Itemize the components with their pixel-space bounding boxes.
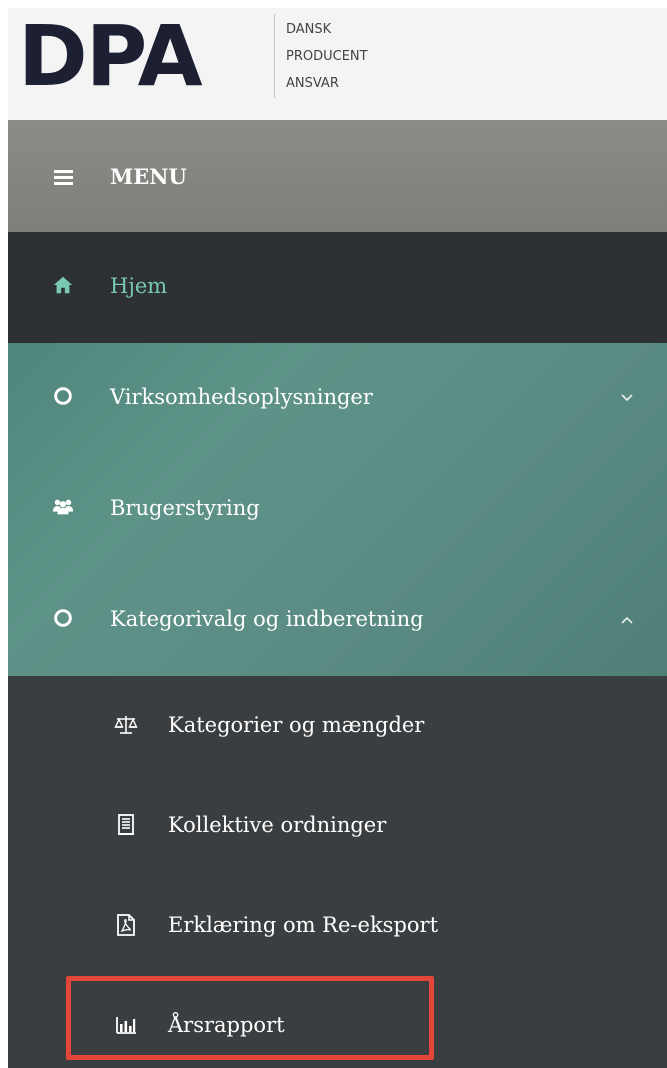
nav-item-label: Virksomhedsoplysninger: [110, 385, 373, 409]
circle-icon: [54, 387, 72, 405]
nav-item-virksomhedsoplysninger[interactable]: Virksomhedsoplysninger: [8, 343, 667, 454]
menu-toggle[interactable]: MENU: [8, 120, 667, 232]
logo-line-2: PRODUCENT: [286, 49, 368, 64]
chevron-down-icon: [621, 394, 633, 402]
users-icon: [52, 499, 74, 515]
circle-icon: [54, 609, 72, 627]
scale-icon: [114, 716, 138, 734]
highlight-annotation: [66, 976, 434, 1060]
nav-item-label: Hjem: [110, 274, 168, 298]
hamburger-icon: [54, 170, 73, 185]
sidebar-panel: DPA DANSK PRODUCENT ANSVAR MENU Hjem Vir…: [8, 8, 667, 1068]
nav-item-home[interactable]: Hjem: [8, 232, 667, 343]
menu-label: MENU: [110, 164, 187, 189]
logo-subtitle: DANSK PRODUCENT ANSVAR: [286, 16, 368, 97]
nav-item-label: Brugerstyring: [110, 496, 260, 520]
home-icon: [53, 276, 73, 294]
subnav-item-label: Erklæring om Re-eksport: [168, 913, 439, 937]
chevron-up-icon: [621, 616, 633, 624]
receipt-icon: [118, 814, 134, 835]
logo-line-3: ANSVAR: [286, 76, 339, 91]
subnav-item-label: Kollektive ordninger: [168, 813, 387, 837]
subnav-item-label: Kategorier og mængder: [168, 713, 425, 737]
logo-line-1: DANSK: [286, 22, 332, 37]
nav-item-label: Kategorivalg og indberetning: [110, 607, 424, 631]
header: DPA DANSK PRODUCENT ANSVAR: [8, 8, 667, 120]
subnav-item-erklaering[interactable]: Erklæring om Re-eksport: [8, 876, 667, 976]
nav-item-kategorivalg[interactable]: Kategorivalg og indberetning: [8, 565, 667, 676]
subnav-item-kollektive[interactable]: Kollektive ordninger: [8, 776, 667, 876]
subnav-item-kategorier[interactable]: Kategorier og mængder: [8, 676, 667, 776]
logo-divider: [274, 14, 275, 98]
logo-mark[interactable]: DPA: [18, 10, 203, 102]
nav-item-brugerstyring[interactable]: Brugerstyring: [8, 454, 667, 565]
pdf-icon: [117, 914, 135, 936]
